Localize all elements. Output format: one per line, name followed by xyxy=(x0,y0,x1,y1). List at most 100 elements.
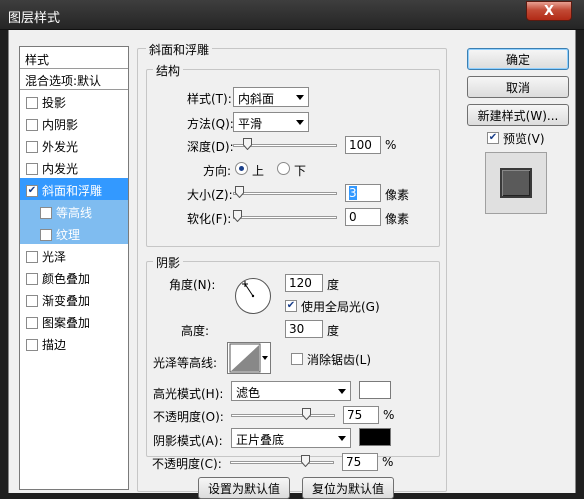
style-item-6[interactable]: 等高线 xyxy=(20,200,128,222)
close-button[interactable]: X xyxy=(526,1,572,21)
gloss-contour-picker[interactable] xyxy=(227,342,271,374)
style-item-label: 图案叠加 xyxy=(42,316,91,330)
style-item-3[interactable]: 外发光 xyxy=(20,134,128,156)
style-item-5[interactable]: ✔ 斜面和浮雕 xyxy=(20,178,128,200)
style-label: 样式(T): xyxy=(187,92,232,106)
highlight-opacity-label: 不透明度(O): xyxy=(153,410,224,424)
style-item-label: 斜面和浮雕 xyxy=(42,184,103,198)
technique-select[interactable]: 平滑 xyxy=(233,112,309,132)
structure-group: 结构 样式(T): 内斜面 方法(Q): 平滑 深度(D): 100 % 方向:… xyxy=(146,62,440,247)
soften-input[interactable]: 0 xyxy=(345,208,381,226)
style-item-label: 等高线 xyxy=(56,206,93,220)
style-item-12[interactable]: 描边 xyxy=(20,332,128,354)
contour-graph-icon xyxy=(229,343,261,373)
size-unit: 像素 xyxy=(385,188,410,202)
style-item-checkbox[interactable] xyxy=(26,162,38,175)
highlight-color-swatch[interactable] xyxy=(359,381,391,399)
anti-alias-label[interactable]: 消除锯齿(L) xyxy=(307,351,371,368)
style-item-8[interactable]: 光泽 xyxy=(20,244,128,266)
shadow-mode-value: 正片叠底 xyxy=(236,433,285,447)
size-value: 3 xyxy=(349,186,357,200)
style-item-2[interactable]: 内阴影 xyxy=(20,112,128,134)
style-item-checkbox[interactable]: ✔ xyxy=(26,184,38,197)
bevel-emboss-panel: 斜面和浮雕 结构 样式(T): 内斜面 方法(Q): 平滑 深度(D): 100… xyxy=(137,41,447,499)
style-preview xyxy=(485,152,547,214)
title-bar: 图层样式 X xyxy=(0,0,584,30)
direction-down-label[interactable]: 下 xyxy=(294,162,306,179)
direction-up-label[interactable]: 上 xyxy=(252,162,264,179)
style-item-checkbox[interactable] xyxy=(26,140,38,153)
angle-dial[interactable] xyxy=(235,278,271,314)
bevel-style-select[interactable]: 内斜面 xyxy=(233,87,309,107)
depth-input[interactable]: 100 xyxy=(345,136,381,154)
highlight-opacity-input[interactable]: 75 xyxy=(343,406,379,424)
style-item-10[interactable]: 渐变叠加 xyxy=(20,288,128,310)
soften-slider[interactable] xyxy=(233,216,337,219)
anti-alias-checkbox[interactable] xyxy=(291,353,303,365)
style-item-label: 渐变叠加 xyxy=(42,294,91,308)
size-input[interactable]: 3 xyxy=(345,184,381,202)
style-item-11[interactable]: 图案叠加 xyxy=(20,310,128,332)
shadow-opacity-slider[interactable] xyxy=(230,461,334,464)
highlight-mode-select[interactable]: 滤色 xyxy=(231,381,351,401)
shading-title: 阴影 xyxy=(153,254,184,271)
altitude-input[interactable]: 30 xyxy=(285,320,323,338)
angle-dial-graphic xyxy=(242,281,255,298)
shading-group: 阴影 角度(N): 120 度 ✔ 使用全局光(G) 高度: 30 度 光泽等高… xyxy=(146,254,440,457)
chevron-down-icon xyxy=(338,436,346,441)
direction-down-radio[interactable] xyxy=(277,162,290,175)
shadow-color-swatch[interactable] xyxy=(359,428,391,446)
shadow-mode-select[interactable]: 正片叠底 xyxy=(231,428,351,448)
direction-up-radio[interactable] xyxy=(235,162,248,175)
style-item-7[interactable]: 纹理 xyxy=(20,222,128,244)
style-item-checkbox[interactable] xyxy=(26,96,38,109)
direction-label: 方向: xyxy=(203,164,232,178)
technique-label: 方法(Q): xyxy=(187,117,234,131)
depth-slider-thumb[interactable] xyxy=(242,138,252,150)
chevron-down-icon xyxy=(296,120,304,125)
blend-options-item[interactable]: 混合选项:默认 xyxy=(20,69,128,90)
size-slider-thumb[interactable] xyxy=(234,186,244,198)
global-light-label[interactable]: 使用全局光(G) xyxy=(301,298,380,315)
style-item-9[interactable]: 颜色叠加 xyxy=(20,266,128,288)
style-item-checkbox[interactable] xyxy=(26,118,38,131)
style-item-checkbox[interactable] xyxy=(26,250,38,263)
style-item-checkbox[interactable] xyxy=(40,228,52,241)
make-default-button[interactable]: 设置为默认值 xyxy=(198,477,290,499)
panel-title: 斜面和浮雕 xyxy=(146,41,213,58)
style-item-4[interactable]: 内发光 xyxy=(20,156,128,178)
style-list-header[interactable]: 样式 xyxy=(20,47,128,69)
style-item-checkbox[interactable] xyxy=(40,206,52,219)
highlight-opacity-unit: % xyxy=(383,408,395,422)
altitude-unit: 度 xyxy=(327,324,340,338)
size-slider[interactable] xyxy=(233,192,337,195)
structure-title: 结构 xyxy=(153,62,184,79)
soften-label: 软化(F): xyxy=(187,212,232,226)
style-list: 样式 混合选项:默认 投影 内阴影 外发光内发光 ✔ 斜面和浮雕等高线纹理 光泽颜色叠加渐… xyxy=(19,46,129,490)
global-light-checkbox[interactable]: ✔ xyxy=(285,300,297,312)
highlight-opacity-thumb[interactable] xyxy=(302,408,312,420)
reset-default-button[interactable]: 复位为默认值 xyxy=(302,477,394,499)
highlight-opacity-slider[interactable] xyxy=(231,414,335,417)
style-item-checkbox[interactable] xyxy=(26,272,38,285)
style-item-label: 内发光 xyxy=(42,162,79,176)
chevron-down-icon xyxy=(338,389,346,394)
preview-label[interactable]: 预览(V) xyxy=(503,130,545,147)
shadow-mode-label: 阴影模式(A): xyxy=(153,434,223,448)
highlight-mode-label: 高光模式(H): xyxy=(153,387,224,401)
preview-checkbox[interactable]: ✔ xyxy=(487,132,499,144)
depth-label: 深度(D): xyxy=(187,140,234,154)
style-item-checkbox[interactable] xyxy=(26,316,38,329)
style-item-checkbox[interactable] xyxy=(26,294,38,307)
style-item-label: 颜色叠加 xyxy=(42,272,91,286)
shadow-opacity-input[interactable]: 75 xyxy=(342,453,378,471)
style-item-checkbox[interactable] xyxy=(26,338,38,351)
size-label: 大小(Z): xyxy=(187,188,233,202)
angle-input[interactable]: 120 xyxy=(285,274,323,292)
cancel-button[interactable]: 取消 xyxy=(467,76,569,98)
style-item-1[interactable]: 投影 xyxy=(20,90,128,112)
new-style-button[interactable]: 新建样式(W)... xyxy=(467,104,569,126)
soften-slider-thumb[interactable] xyxy=(233,210,242,222)
shadow-opacity-thumb[interactable] xyxy=(301,455,311,467)
ok-button[interactable]: 确定 xyxy=(467,48,569,70)
